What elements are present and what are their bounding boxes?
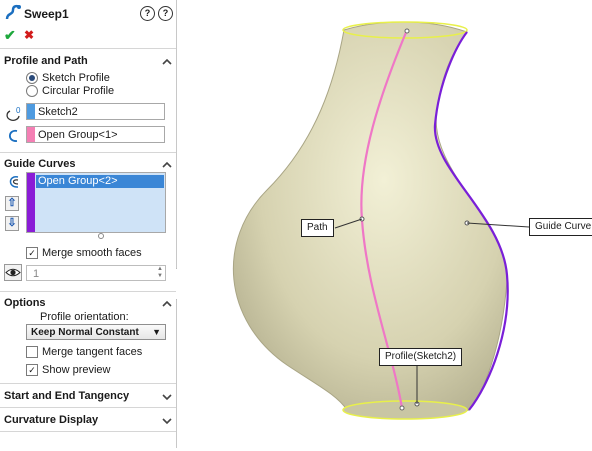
- checkbox-label: Show preview: [42, 364, 111, 376]
- chevron-up-icon[interactable]: [162, 57, 172, 67]
- checkbox-label: Merge smooth faces: [42, 247, 142, 259]
- help-icon[interactable]: ?: [140, 6, 155, 21]
- checkbox-icon[interactable]: ✓: [26, 364, 38, 376]
- feature-title: Sweep1: [24, 7, 69, 21]
- path-field-value: Open Group<1>: [38, 129, 118, 141]
- dropdown-value: Keep Normal Constant: [31, 327, 139, 338]
- checkbox-merge-smooth-faces[interactable]: ✓ Merge smooth faces: [26, 246, 142, 260]
- path-icon: [8, 129, 18, 142]
- guide-count-spinner[interactable]: 1 ▲ ▼: [26, 265, 166, 281]
- callout-profile[interactable]: Profile(Sketch2): [379, 348, 463, 366]
- radio-button-icon[interactable]: [26, 85, 38, 97]
- guide-curves-list[interactable]: Open Group<2>: [26, 172, 166, 233]
- checkbox-show-preview[interactable]: ✓ Show preview: [26, 363, 110, 377]
- eye-icon[interactable]: [4, 264, 22, 281]
- detailed-help-icon[interactable]: ?: [158, 6, 173, 21]
- checkbox-icon[interactable]: [26, 346, 38, 358]
- title-bar: Sweep1 ? ?: [0, 0, 176, 26]
- section-header-start-end-tangency[interactable]: Start and End Tangency: [4, 390, 129, 402]
- path-end-point[interactable]: [399, 405, 405, 411]
- guide-color-stripe: [27, 173, 35, 232]
- list-item[interactable]: Open Group<2>: [36, 175, 164, 188]
- chevron-up-icon[interactable]: [162, 160, 172, 170]
- profile-icon: 0: [6, 106, 21, 121]
- spinner-value: 1: [33, 268, 40, 280]
- profile-color-swatch: [27, 104, 35, 119]
- divider: [0, 48, 176, 49]
- callout-path[interactable]: Path: [301, 219, 334, 237]
- radio-label: Sketch Profile: [42, 72, 110, 84]
- move-down-button[interactable]: ⇩: [5, 216, 19, 231]
- divider: [0, 291, 176, 292]
- profile-field-value: Sketch2: [38, 106, 78, 118]
- sweep-feature-icon: [5, 4, 21, 20]
- section-header-options[interactable]: Options: [4, 297, 46, 309]
- chevron-down-icon[interactable]: [162, 392, 172, 402]
- checkbox-icon[interactable]: ✓: [26, 247, 38, 259]
- checkbox-merge-tangent-faces[interactable]: Merge tangent faces: [26, 345, 142, 359]
- radio-sketch-profile[interactable]: Sketch Profile: [26, 71, 110, 85]
- profile-orientation-label: Profile orientation:: [40, 311, 129, 323]
- graphics-area[interactable]: Path Guide Curve Profile(Sketch2): [177, 0, 592, 448]
- path-selection-field[interactable]: Open Group<1>: [26, 126, 165, 143]
- guide-curve-icon: [9, 176, 19, 188]
- vase-body: [232, 21, 508, 418]
- move-up-button[interactable]: ⇧: [5, 196, 19, 211]
- profile-orientation-dropdown[interactable]: Keep Normal Constant ▼: [26, 324, 166, 340]
- divider: [0, 431, 176, 432]
- chevron-up-icon[interactable]: [162, 299, 172, 309]
- resize-handle[interactable]: [98, 233, 104, 239]
- spinner-arrows-icon[interactable]: ▲ ▼: [157, 266, 163, 280]
- callout-guide-curve[interactable]: Guide Curve: [529, 218, 592, 236]
- divider: [0, 383, 176, 384]
- property-manager: Sweep1 ? ? ✔ ✖ Profile and Path Sketch P…: [0, 0, 177, 448]
- section-header-guide-curves[interactable]: Guide Curves: [4, 158, 76, 170]
- checkbox-label: Merge tangent faces: [42, 346, 143, 358]
- divider: [0, 407, 176, 408]
- radio-button-icon[interactable]: [26, 72, 38, 84]
- chevron-down-icon[interactable]: [162, 416, 172, 426]
- ok-button[interactable]: ✔: [4, 27, 16, 44]
- radio-circular-profile[interactable]: Circular Profile: [26, 84, 114, 98]
- section-header-profile-and-path[interactable]: Profile and Path: [4, 55, 88, 67]
- radio-label: Circular Profile: [42, 85, 115, 97]
- divider: [0, 152, 176, 153]
- dropdown-arrow-icon: ▼: [152, 327, 161, 337]
- svg-text:0: 0: [16, 106, 21, 115]
- bottom-rim: [342, 400, 468, 420]
- path-color-swatch: [27, 127, 35, 142]
- section-header-curvature-display[interactable]: Curvature Display: [4, 414, 98, 426]
- profile-selection-field[interactable]: Sketch2: [26, 103, 165, 120]
- path-start-point[interactable]: [404, 28, 410, 34]
- cancel-button[interactable]: ✖: [24, 28, 34, 42]
